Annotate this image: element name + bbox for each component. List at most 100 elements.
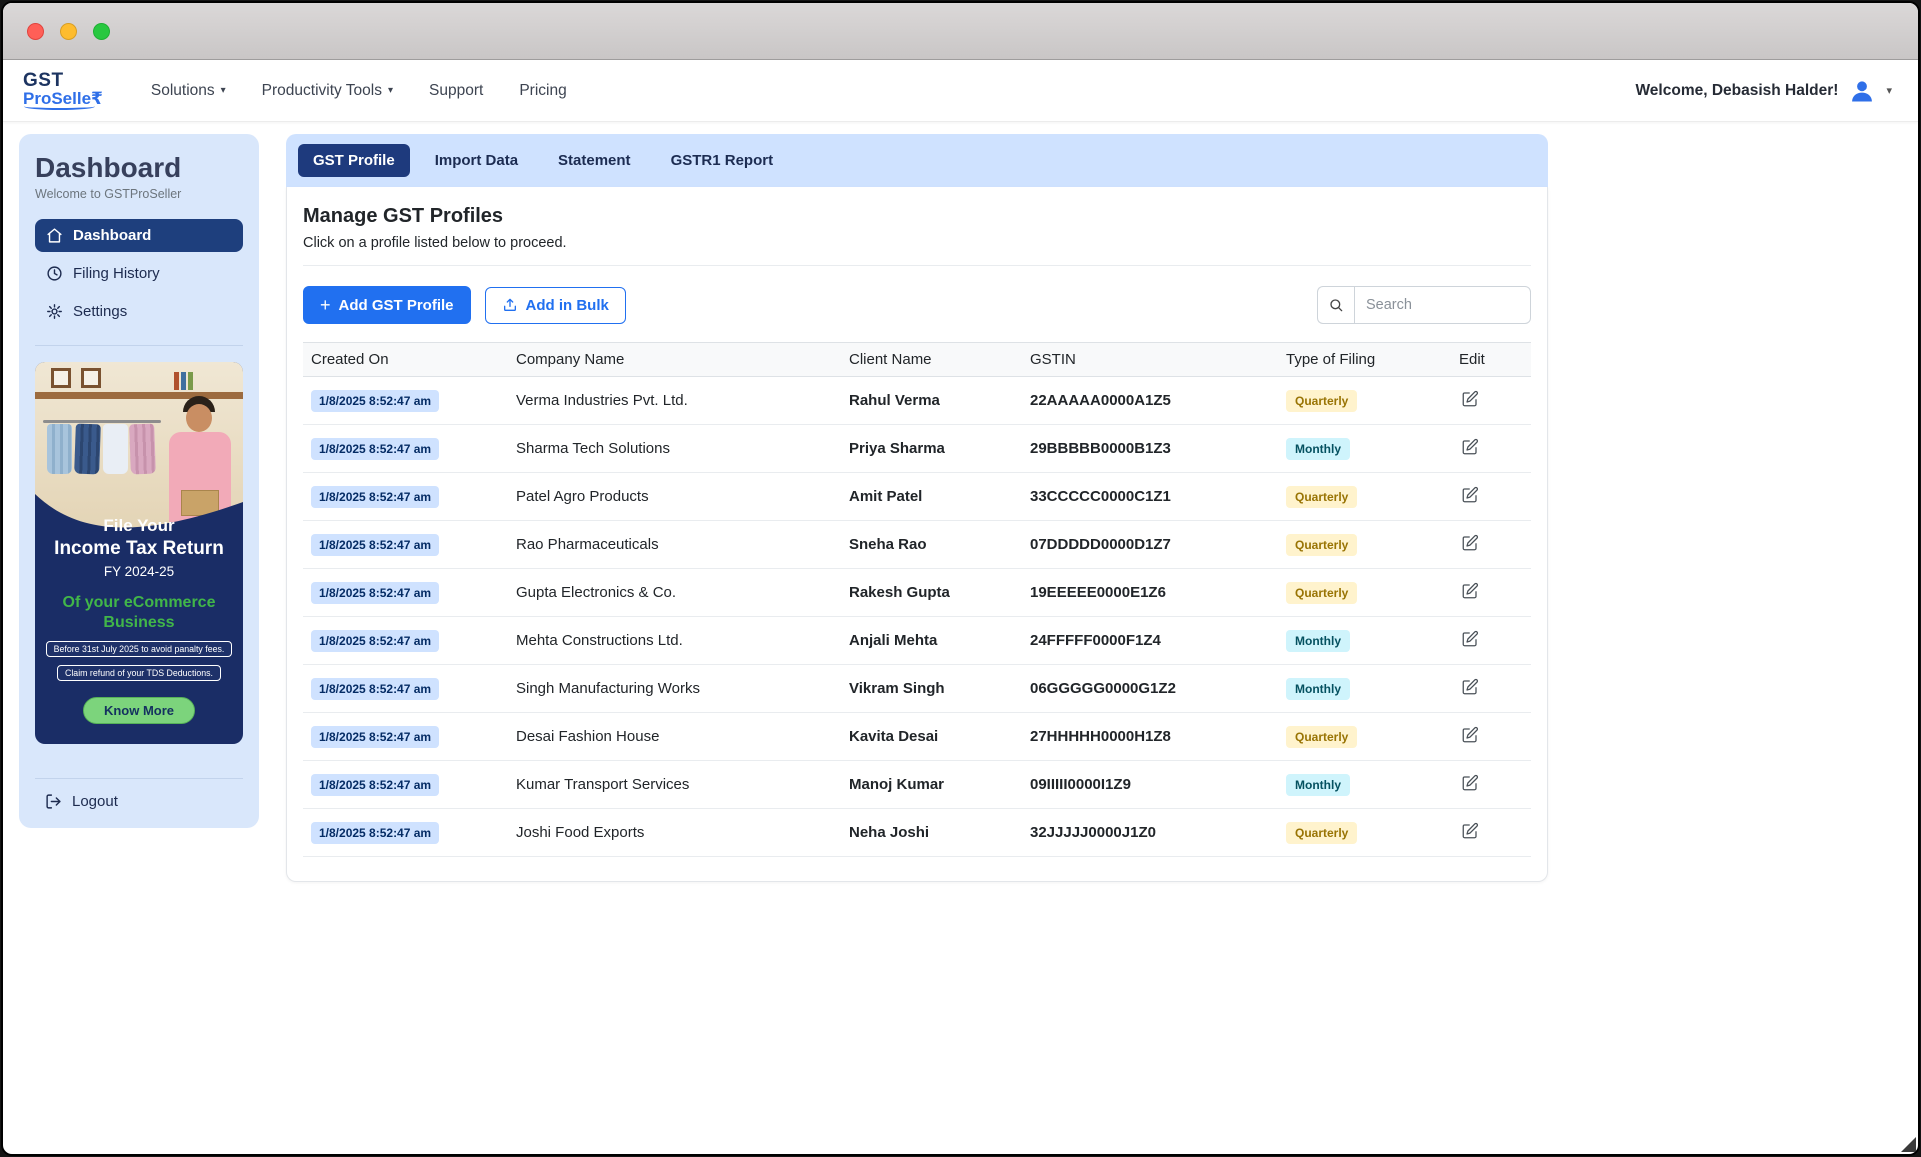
logout-label: Logout <box>72 793 118 810</box>
nav-item-support[interactable]: Support <box>429 82 483 100</box>
tab-gst-profile[interactable]: GST Profile <box>298 144 410 177</box>
edit-profile-button[interactable] <box>1459 820 1481 845</box>
user-avatar-icon[interactable] <box>1848 77 1876 105</box>
gstin-value: 27HHHHH0000H1Z8 <box>1022 713 1278 761</box>
client-name: Rakesh Gupta <box>841 569 1022 617</box>
profile-row[interactable]: 1/8/2025 8:52:47 amSingh Manufacturing W… <box>303 665 1531 713</box>
company-name: Patel Agro Products <box>508 473 841 521</box>
gstin-value: 32JJJJJ0000J1Z0 <box>1022 809 1278 857</box>
search-input[interactable] <box>1354 286 1531 324</box>
sidebar-ad-banner[interactable]: File Your Income Tax Return FY 2024-25 O… <box>35 362 243 744</box>
window-resize-grip[interactable] <box>1901 1137 1916 1152</box>
sidebar-item-label: Filing History <box>73 265 160 282</box>
chevron-down-icon[interactable]: ▾ <box>1886 84 1892 97</box>
edit-profile-button[interactable] <box>1459 724 1481 749</box>
gstin-value: 22AAAAA0000A1Z5 <box>1022 377 1278 425</box>
profile-row[interactable]: 1/8/2025 8:52:47 amDesai Fashion HouseKa… <box>303 713 1531 761</box>
panel-body: Manage GST Profiles Click on a profile l… <box>286 187 1548 882</box>
add-in-bulk-button[interactable]: Add in Bulk <box>485 287 626 324</box>
profile-row[interactable]: 1/8/2025 8:52:47 amKumar Transport Servi… <box>303 761 1531 809</box>
filing-type-badge: Quarterly <box>1286 822 1357 844</box>
sidebar: Dashboard Welcome to GSTProSeller Dashbo… <box>19 134 259 828</box>
company-name: Joshi Food Exports <box>508 809 841 857</box>
ad-note-1: Before 31st July 2025 to avoid panalty f… <box>46 641 233 657</box>
page-title: Manage GST Profiles <box>303 205 1531 228</box>
nav-item-productivity-tools[interactable]: Productivity Tools ▾ <box>262 82 393 100</box>
edit-profile-button[interactable] <box>1459 676 1481 701</box>
created-on-badge: 1/8/2025 8:52:47 am <box>311 678 439 700</box>
profile-row[interactable]: 1/8/2025 8:52:47 am Rao PharmaceuticalsSn… <box>303 521 1531 569</box>
client-name: Sneha Rao <box>841 521 1022 569</box>
edit-profile-button[interactable] <box>1459 580 1481 605</box>
add-in-bulk-label: Add in Bulk <box>526 297 609 314</box>
created-on-badge: 1/8/2025 8:52:47 am <box>311 438 439 460</box>
upload-icon <box>502 297 518 313</box>
page-subtitle: Click on a profile listed below to proce… <box>303 235 1531 251</box>
edit-profile-button[interactable] <box>1459 628 1481 653</box>
created-on-badge: 1/8/2025 8:52:47 am <box>311 822 439 844</box>
add-gst-profile-button[interactable]: + Add GST Profile <box>303 286 471 324</box>
edit-profile-button[interactable] <box>1459 388 1481 413</box>
profile-row[interactable]: 1/8/2025 8:52:47 amVerma Industries Pvt.… <box>303 377 1531 425</box>
window-titlebar <box>3 3 1918 60</box>
company-name: Gupta Electronics & Co. <box>508 569 841 617</box>
edit-profile-button[interactable] <box>1459 436 1481 461</box>
table-header-row: Created OnCompany NameClient NameGSTINTy… <box>303 343 1531 377</box>
chevron-down-icon: ▾ <box>388 85 393 96</box>
tab-import-data[interactable]: Import Data <box>420 144 533 177</box>
close-window-button[interactable] <box>27 23 44 40</box>
client-name: Neha Joshi <box>841 809 1022 857</box>
logout-icon <box>45 793 62 810</box>
search-icon[interactable] <box>1317 286 1354 324</box>
filing-type-badge: Monthly <box>1286 678 1350 700</box>
gst-profiles-table: Created OnCompany NameClient NameGSTINTy… <box>303 342 1531 857</box>
sidebar-item-settings[interactable]: Settings <box>35 295 243 328</box>
gstin-value: 09IIIII0000I1Z9 <box>1022 761 1278 809</box>
sidebar-item-filing-history[interactable]: Filing History <box>35 257 243 290</box>
app-window: GST ProSelle₹ Solutions▾ Productivity Too… <box>1 1 1920 1156</box>
profile-row[interactable]: 1/8/2025 8:52:47 amMehta Constructions L… <box>303 617 1531 665</box>
logout-button[interactable]: Logout <box>35 779 243 812</box>
sidebar-bottom: Logout <box>35 778 243 812</box>
created-on-badge: 1/8/2025 8:52:47 am <box>311 390 439 412</box>
ad-line-2: Income Tax Return <box>43 538 235 560</box>
plus-icon: + <box>320 296 331 314</box>
edit-profile-button[interactable] <box>1459 772 1481 797</box>
gear-icon <box>46 303 63 320</box>
app-logo[interactable]: GST ProSelle₹ <box>23 71 103 110</box>
main-nav: Solutions▾ Productivity Tools ▾ Support Pric… <box>151 82 567 100</box>
main-panel: GST Profile Import Data Statement GSTR1 Rep… <box>286 134 1548 882</box>
tab-statement[interactable]: Statement <box>543 144 646 177</box>
edit-profile-button[interactable] <box>1459 484 1481 509</box>
ad-line-1: File Your <box>43 516 235 536</box>
zoom-window-button[interactable] <box>93 23 110 40</box>
sidebar-item-dashboard[interactable]: Dashboard <box>35 219 243 252</box>
know-more-button[interactable]: Know More <box>83 697 195 724</box>
filing-type-badge: Quarterly <box>1286 390 1357 412</box>
nav-item-pricing[interactable]: Pricing <box>519 82 566 100</box>
profile-row[interactable]: 1/8/2025 8:52:47 am Joshi Food ExportsNeh… <box>303 809 1531 857</box>
client-name: Rahul Verma <box>841 377 1022 425</box>
nav-item-solutions[interactable]: Solutions▾ <box>151 82 226 100</box>
add-gst-profile-label: Add GST Profile <box>339 297 454 314</box>
tab-gstr1-report[interactable]: GSTR1 Report <box>656 144 789 177</box>
nav-item-label: Support <box>429 82 483 100</box>
sidebar-divider <box>35 345 243 346</box>
company-name: Rao Pharmaceuticals <box>508 521 841 569</box>
ad-text: File Your Income Tax Return FY 2024-25 O… <box>35 516 243 724</box>
edit-profile-button[interactable] <box>1459 532 1481 557</box>
profile-row[interactable]: 1/8/2025 8:52:47 amPatel Agro ProductsAm… <box>303 473 1531 521</box>
filing-type-badge: Quarterly <box>1286 534 1357 556</box>
created-on-badge: 1/8/2025 8:52:47 am <box>311 534 439 556</box>
sidebar-title: Dashboard <box>35 152 243 184</box>
column-header-type-of-filing: Type of Filing <box>1278 343 1451 377</box>
clock-icon <box>46 265 63 282</box>
minimize-window-button[interactable] <box>60 23 77 40</box>
profile-row[interactable]: 1/8/2025 8:52:47 amSharma Tech Solutions… <box>303 425 1531 473</box>
created-on-badge: 1/8/2025 8:52:47 am <box>311 726 439 748</box>
client-name: Amit Patel <box>841 473 1022 521</box>
profile-row[interactable]: 1/8/2025 8:52:47 amGupta Electronics & C… <box>303 569 1531 617</box>
logo-text-proseller: ProSelle₹ <box>23 90 103 110</box>
gstin-value: 06GGGGG0000G1Z2 <box>1022 665 1278 713</box>
nav-item-label: Productivity Tools <box>262 82 382 100</box>
